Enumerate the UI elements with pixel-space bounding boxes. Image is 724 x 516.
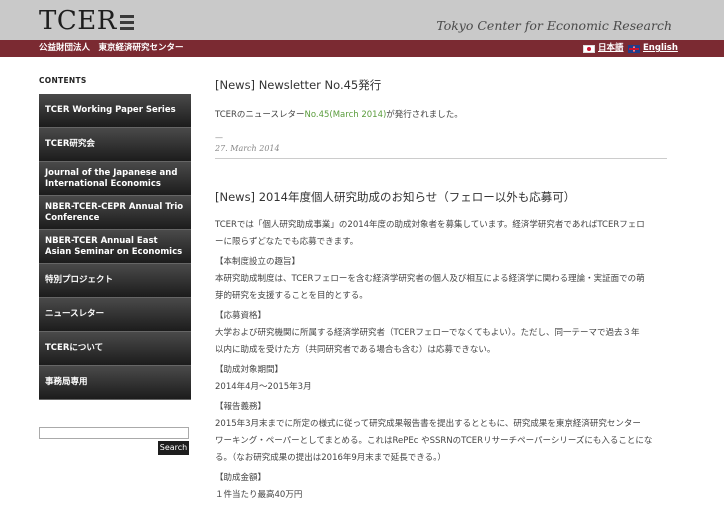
post-separator: — [215,133,223,142]
logo-lines-icon [119,14,134,30]
post-body: TCERのニュースレターNo.45(March 2014)が発行されました。 [215,107,667,124]
contents-heading: CONTENTS [39,76,87,85]
post-text: 2014年4月～2015年3月 [215,382,312,392]
main-content: [News] Newsletter No.45発行 TCERのニュースレターNo… [215,76,667,504]
post-newsletter: [News] Newsletter No.45発行 TCERのニュースレターNo… [215,77,667,159]
post-text: １件当たり最高40万円 [215,490,303,500]
post-text: る。（なお研究成果の提出は2016年9月末まで延長できる。） [215,453,446,463]
sidebar-item-newsletter[interactable]: ニュースレター [39,298,191,332]
post-research-grant: [News] 2014年度個人研究助成のお知らせ（フェロー以外も応募可） TCE… [215,189,667,504]
sidebar-item-jjie[interactable]: Journal of the Japanese and Internationa… [39,162,191,196]
post-text: ーに限らずどなたでも応募できます。 [215,237,359,247]
section-heading: 【報告義務】 [215,402,267,412]
post-text: TCERでは「個人研究助成事業」の2014年度の助成対象者を募集しています。経済… [215,220,645,230]
search-input[interactable] [39,427,189,439]
post-text: 2015年3月末までに所定の様式に従って研究成果報告書を提出するとともに、研究成… [215,419,641,429]
post-title[interactable]: [News] 2014年度個人研究助成のお知らせ（フェロー以外も応募可） [215,189,667,205]
sidebar-item-office-only[interactable]: 事務局専用 [39,366,191,400]
sidebar-item-about-tcer[interactable]: TCERについて [39,332,191,366]
section-heading: 【応募資格】 [215,311,267,321]
lang-english: English [628,42,678,55]
post-body: TCERでは「個人研究助成事業」の2014年度の助成対象者を募集しています。経済… [215,217,667,504]
sidebar-item-special-project[interactable]: 特別プロジェクト [39,264,191,298]
sidebar-item-east-asian-seminar[interactable]: NBER-TCER Annual East Asian Seminar on E… [39,230,191,264]
sidebar-item-tcer-seminar[interactable]: TCER研究会 [39,128,191,162]
sidebar: CONTENTS TCER Working Paper Series TCER研… [39,76,191,400]
sidebar-item-working-paper[interactable]: TCER Working Paper Series [39,94,191,128]
lang-japanese-link[interactable]: 日本語 [598,42,624,55]
section-heading: 【本制度設立の趣旨】 [215,257,301,267]
post-title[interactable]: [News] Newsletter No.45発行 [215,77,667,93]
site-header: TCER Tokyo Center for Economic Research [0,0,724,40]
post-date: 27. March 2014 [215,144,280,153]
lang-english-link[interactable]: English [643,42,678,55]
top-bar: 公益財団法人 東京経済研究センター 日本語 English [0,40,724,57]
japan-flag-icon [583,44,595,53]
uk-flag-icon [628,44,640,53]
newsletter-link[interactable]: No.45(March 2014) [304,110,386,120]
org-name: 公益財団法人 東京経済研究センター [39,43,184,53]
post-text: 大学および研究機関に所属する経済学研究者（TCERフェローでなくてもよい）。ただ… [215,328,640,338]
section-heading: 【助成対象期間】 [215,365,284,375]
post-text: が発行されました。 [386,110,463,120]
post-text: 芽的研究を支援することを目的とする。 [215,291,368,301]
lang-japanese: 日本語 [583,42,624,55]
sidebar-item-trio-conference[interactable]: NBER-TCER-CEPR Annual Trio Conference [39,196,191,230]
divider [215,158,667,159]
site-tagline: Tokyo Center for Economic Research [436,18,672,33]
search-button[interactable]: Search [158,441,189,455]
logo-text: TCER [39,6,117,36]
post-text: 本研究助成制度は、TCERフェローを含む経済学研究者の個人及び相互による経済学に… [215,274,645,284]
tcer-logo[interactable]: TCER [39,7,134,35]
post-text: TCERのニュースレター [215,110,305,120]
post-text: ワーキング・ペーパーとしてまとめる。これはRePEc やSSRNのTCERリサー… [215,436,653,446]
section-heading: 【助成金額】 [215,473,267,483]
post-text: 以内に助成を受けた方（共同研究者である場合も含む）は応募できない。 [215,345,496,355]
